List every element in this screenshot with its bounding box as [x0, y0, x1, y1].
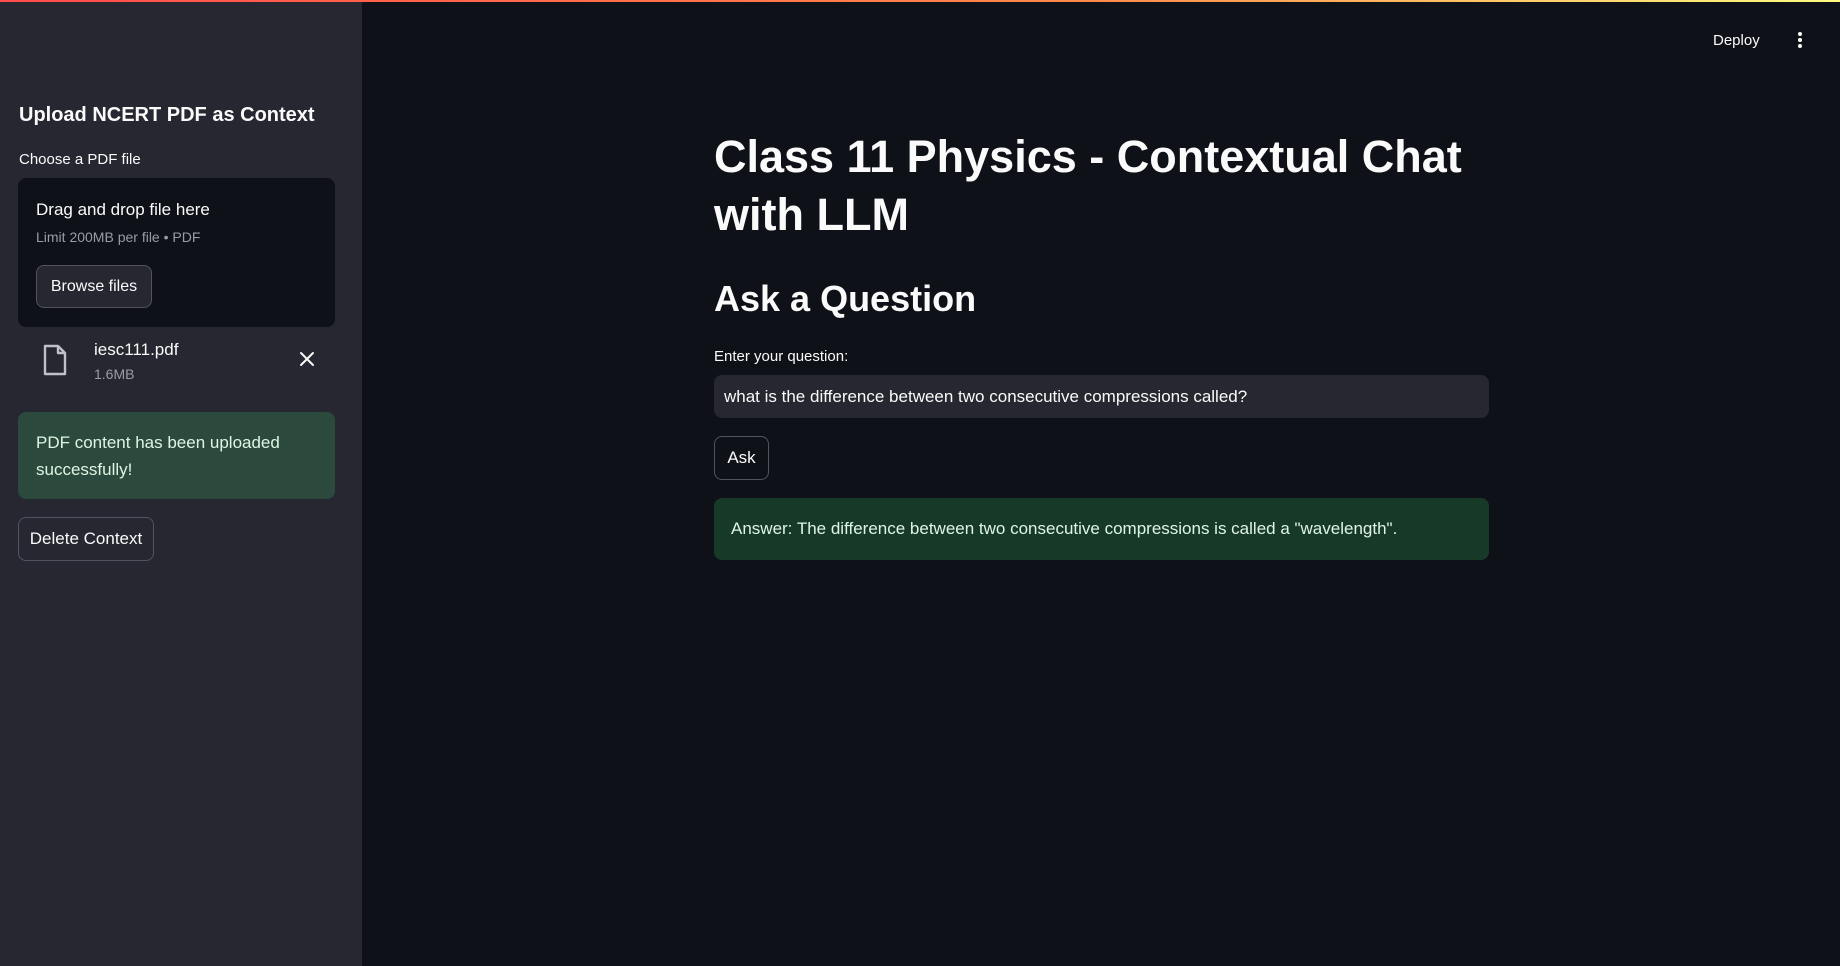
answer-alert: Answer: The difference between two conse… [714, 498, 1489, 560]
header-decoration-bar [0, 0, 1840, 2]
page-title: Class 11 Physics - Contextual Chat with … [714, 131, 1462, 240]
ask-button[interactable]: Ask [714, 436, 769, 480]
section-heading: Ask a Question [714, 278, 977, 319]
upload-success-alert: PDF content has been uploaded successful… [18, 412, 335, 499]
delete-context-button[interactable]: Delete Context [18, 517, 154, 561]
dropzone-limit-text: Limit 200MB per file • PDF [36, 229, 201, 245]
question-input[interactable] [714, 375, 1489, 418]
file-icon [42, 344, 68, 376]
close-icon[interactable] [296, 348, 318, 370]
file-uploader-label: Choose a PDF file [19, 151, 141, 168]
file-size: 1.6MB [94, 366, 135, 382]
browse-files-button[interactable]: Browse files [36, 265, 152, 308]
vertical-ellipsis-icon[interactable] [1792, 28, 1808, 52]
dropzone-title: Drag and drop file here [36, 200, 210, 219]
sidebar: Upload NCERT PDF as Context Choose a PDF… [0, 0, 362, 966]
uploaded-file-item: iesc111.pdf 1.6MB [18, 336, 335, 386]
file-name: iesc111.pdf [94, 340, 179, 359]
sidebar-title: Upload NCERT PDF as Context [19, 104, 315, 126]
question-label: Enter your question: [714, 348, 849, 365]
file-dropzone[interactable]: Drag and drop file here Limit 200MB per … [18, 178, 335, 327]
deploy-button[interactable]: Deploy [1713, 28, 1760, 52]
